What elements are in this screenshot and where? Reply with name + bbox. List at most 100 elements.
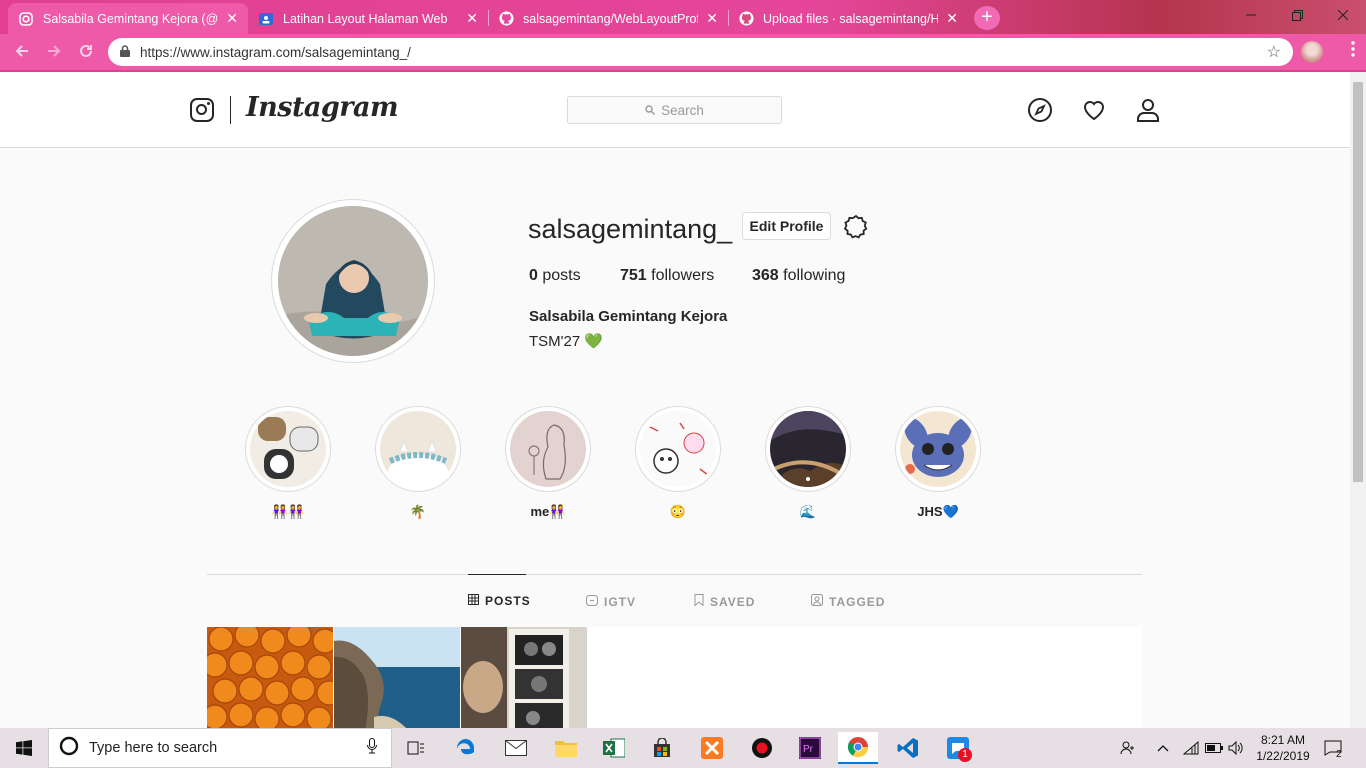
scrollbar-thumb[interactable]	[1353, 82, 1363, 482]
windows-taskbar: Type here to search Pr 1 8:21 AM 1/22/20…	[0, 728, 1366, 768]
instagram-wordmark[interactable]: Instagram	[246, 92, 399, 123]
chrome-icon[interactable]	[838, 732, 878, 764]
tab-label: TAGGED	[829, 594, 886, 609]
file-explorer-icon[interactable]	[546, 732, 586, 764]
followers-stat[interactable]: 751 followers	[620, 267, 752, 285]
chevron-up-icon[interactable]	[1157, 728, 1169, 768]
story-highlight[interactable]: 😳	[635, 406, 721, 520]
bookmark-star-icon[interactable]: ☆	[1267, 42, 1281, 62]
volume-icon[interactable]	[1228, 728, 1244, 768]
address-bar[interactable]: https://www.instagram.com/salsagemintang…	[108, 38, 1293, 66]
minimize-button[interactable]	[1228, 0, 1274, 30]
url-text: https://www.instagram.com/salsagemintang…	[140, 44, 411, 60]
lock-icon	[120, 44, 130, 60]
reload-icon[interactable]	[78, 43, 94, 64]
battery-icon[interactable]	[1205, 728, 1223, 768]
story-highlight[interactable]: JHS💙	[895, 406, 981, 520]
following-label: following	[783, 267, 846, 284]
profile-person-icon[interactable]	[1135, 97, 1161, 123]
settings-gear-icon[interactable]	[843, 214, 869, 240]
tagged-icon	[811, 594, 823, 609]
post-thumbnail[interactable]	[461, 627, 587, 728]
wifi-icon[interactable]	[1183, 728, 1199, 768]
people-icon[interactable]	[1120, 728, 1136, 768]
tab-saved[interactable]: SAVED	[694, 594, 755, 609]
posts-grid	[207, 627, 1142, 728]
profile-picture[interactable]	[278, 206, 428, 356]
highlight-ring	[375, 406, 461, 492]
premiere-icon[interactable]: Pr	[790, 732, 830, 764]
highlight-label: JHS💙	[917, 504, 959, 519]
close-icon[interactable]: ✕	[466, 10, 478, 27]
chat-badge: 1	[958, 748, 972, 762]
highlight-label: 🌊	[799, 504, 817, 519]
story-highlight[interactable]: 👭👭	[245, 406, 331, 520]
edit-profile-button[interactable]: Edit Profile	[742, 212, 831, 240]
tab-igtv[interactable]: IGTV	[586, 594, 636, 609]
mail-icon[interactable]	[496, 732, 536, 764]
forward-arrow-icon[interactable]	[46, 43, 62, 64]
store-icon[interactable]	[642, 732, 682, 764]
browser-tab-title: salsagemintang/WebLayoutProfil	[523, 11, 698, 26]
profile-full-name: Salsabila Gemintang Kejora	[529, 308, 728, 325]
profile-username: salsagemintang_	[528, 214, 733, 244]
restore-button[interactable]	[1274, 0, 1320, 30]
story-highlight[interactable]: me👭	[505, 406, 591, 520]
grid-icon	[468, 594, 479, 608]
new-tab-button[interactable]: +	[974, 6, 1000, 30]
close-icon[interactable]: ✕	[706, 10, 718, 27]
windows-start-button[interactable]	[0, 728, 48, 768]
activity-heart-icon[interactable]	[1081, 97, 1107, 123]
edge-icon[interactable]	[446, 732, 486, 764]
browser-menu-icon[interactable]	[1350, 40, 1356, 58]
browser-tab-github-repo[interactable]: salsagemintang/WebLayoutProfil ✕	[488, 3, 728, 34]
followers-count: 751	[620, 267, 647, 284]
bookmark-icon	[694, 594, 704, 609]
browser-tab-title: Latihan Layout Halaman Web	[283, 11, 448, 26]
highlight-ring	[505, 406, 591, 492]
xampp-icon[interactable]	[692, 732, 732, 764]
story-highlight[interactable]: 🌊	[765, 406, 851, 520]
microphone-icon[interactable]	[367, 738, 377, 758]
vscode-icon[interactable]	[888, 732, 928, 764]
back-arrow-icon[interactable]	[14, 43, 30, 64]
highlight-cover	[640, 411, 716, 487]
search-input[interactable]: Search	[567, 96, 782, 124]
taskbar-clock[interactable]: 8:21 AM 1/22/2019	[1250, 732, 1316, 764]
close-icon[interactable]: ✕	[226, 10, 238, 27]
browser-tab-classroom[interactable]: Latihan Layout Halaman Web ✕	[248, 3, 488, 34]
screen-recorder-icon[interactable]	[742, 732, 782, 764]
instagram-glyph-icon[interactable]	[190, 98, 214, 122]
taskbar-search-box[interactable]: Type here to search	[48, 728, 392, 768]
notification-count: 2	[1336, 748, 1342, 760]
following-stat[interactable]: 368 following	[752, 267, 845, 285]
post-thumbnail[interactable]	[207, 627, 333, 728]
highlight-ring	[245, 406, 331, 492]
highlight-cover	[510, 411, 586, 487]
close-icon[interactable]: ✕	[946, 10, 958, 27]
clock-time: 8:21 AM	[1260, 733, 1306, 747]
action-center-icon[interactable]: 2	[1324, 728, 1348, 768]
close-window-button[interactable]	[1320, 0, 1366, 30]
task-view-icon[interactable]	[396, 732, 436, 764]
github-icon	[498, 11, 514, 27]
taskbar-search-placeholder: Type here to search	[89, 740, 218, 756]
highlight-ring	[765, 406, 851, 492]
post-thumbnail[interactable]	[334, 627, 460, 728]
active-tab-indicator	[468, 574, 526, 575]
chat-app-icon[interactable]: 1	[938, 732, 978, 764]
profile-bio: TSM'27 💚	[529, 333, 604, 350]
github-icon	[738, 11, 754, 27]
posts-count: 0	[529, 267, 538, 284]
tab-tagged[interactable]: TAGGED	[811, 594, 885, 609]
excel-icon[interactable]	[594, 732, 634, 764]
followers-label: followers	[651, 267, 715, 284]
browser-tab-instagram[interactable]: Salsabila Gemintang Kejora (@sa ✕	[8, 3, 248, 34]
page-scrollbar[interactable]	[1350, 72, 1366, 728]
browser-profile-avatar[interactable]	[1301, 41, 1323, 63]
explore-compass-icon[interactable]	[1027, 97, 1053, 123]
tab-posts[interactable]: POSTS	[468, 594, 531, 608]
posts-label: posts	[542, 267, 581, 284]
story-highlight[interactable]: 🌴	[375, 406, 461, 520]
browser-tab-github-upload[interactable]: Upload files · salsagemintang/Ha ✕	[728, 3, 968, 34]
